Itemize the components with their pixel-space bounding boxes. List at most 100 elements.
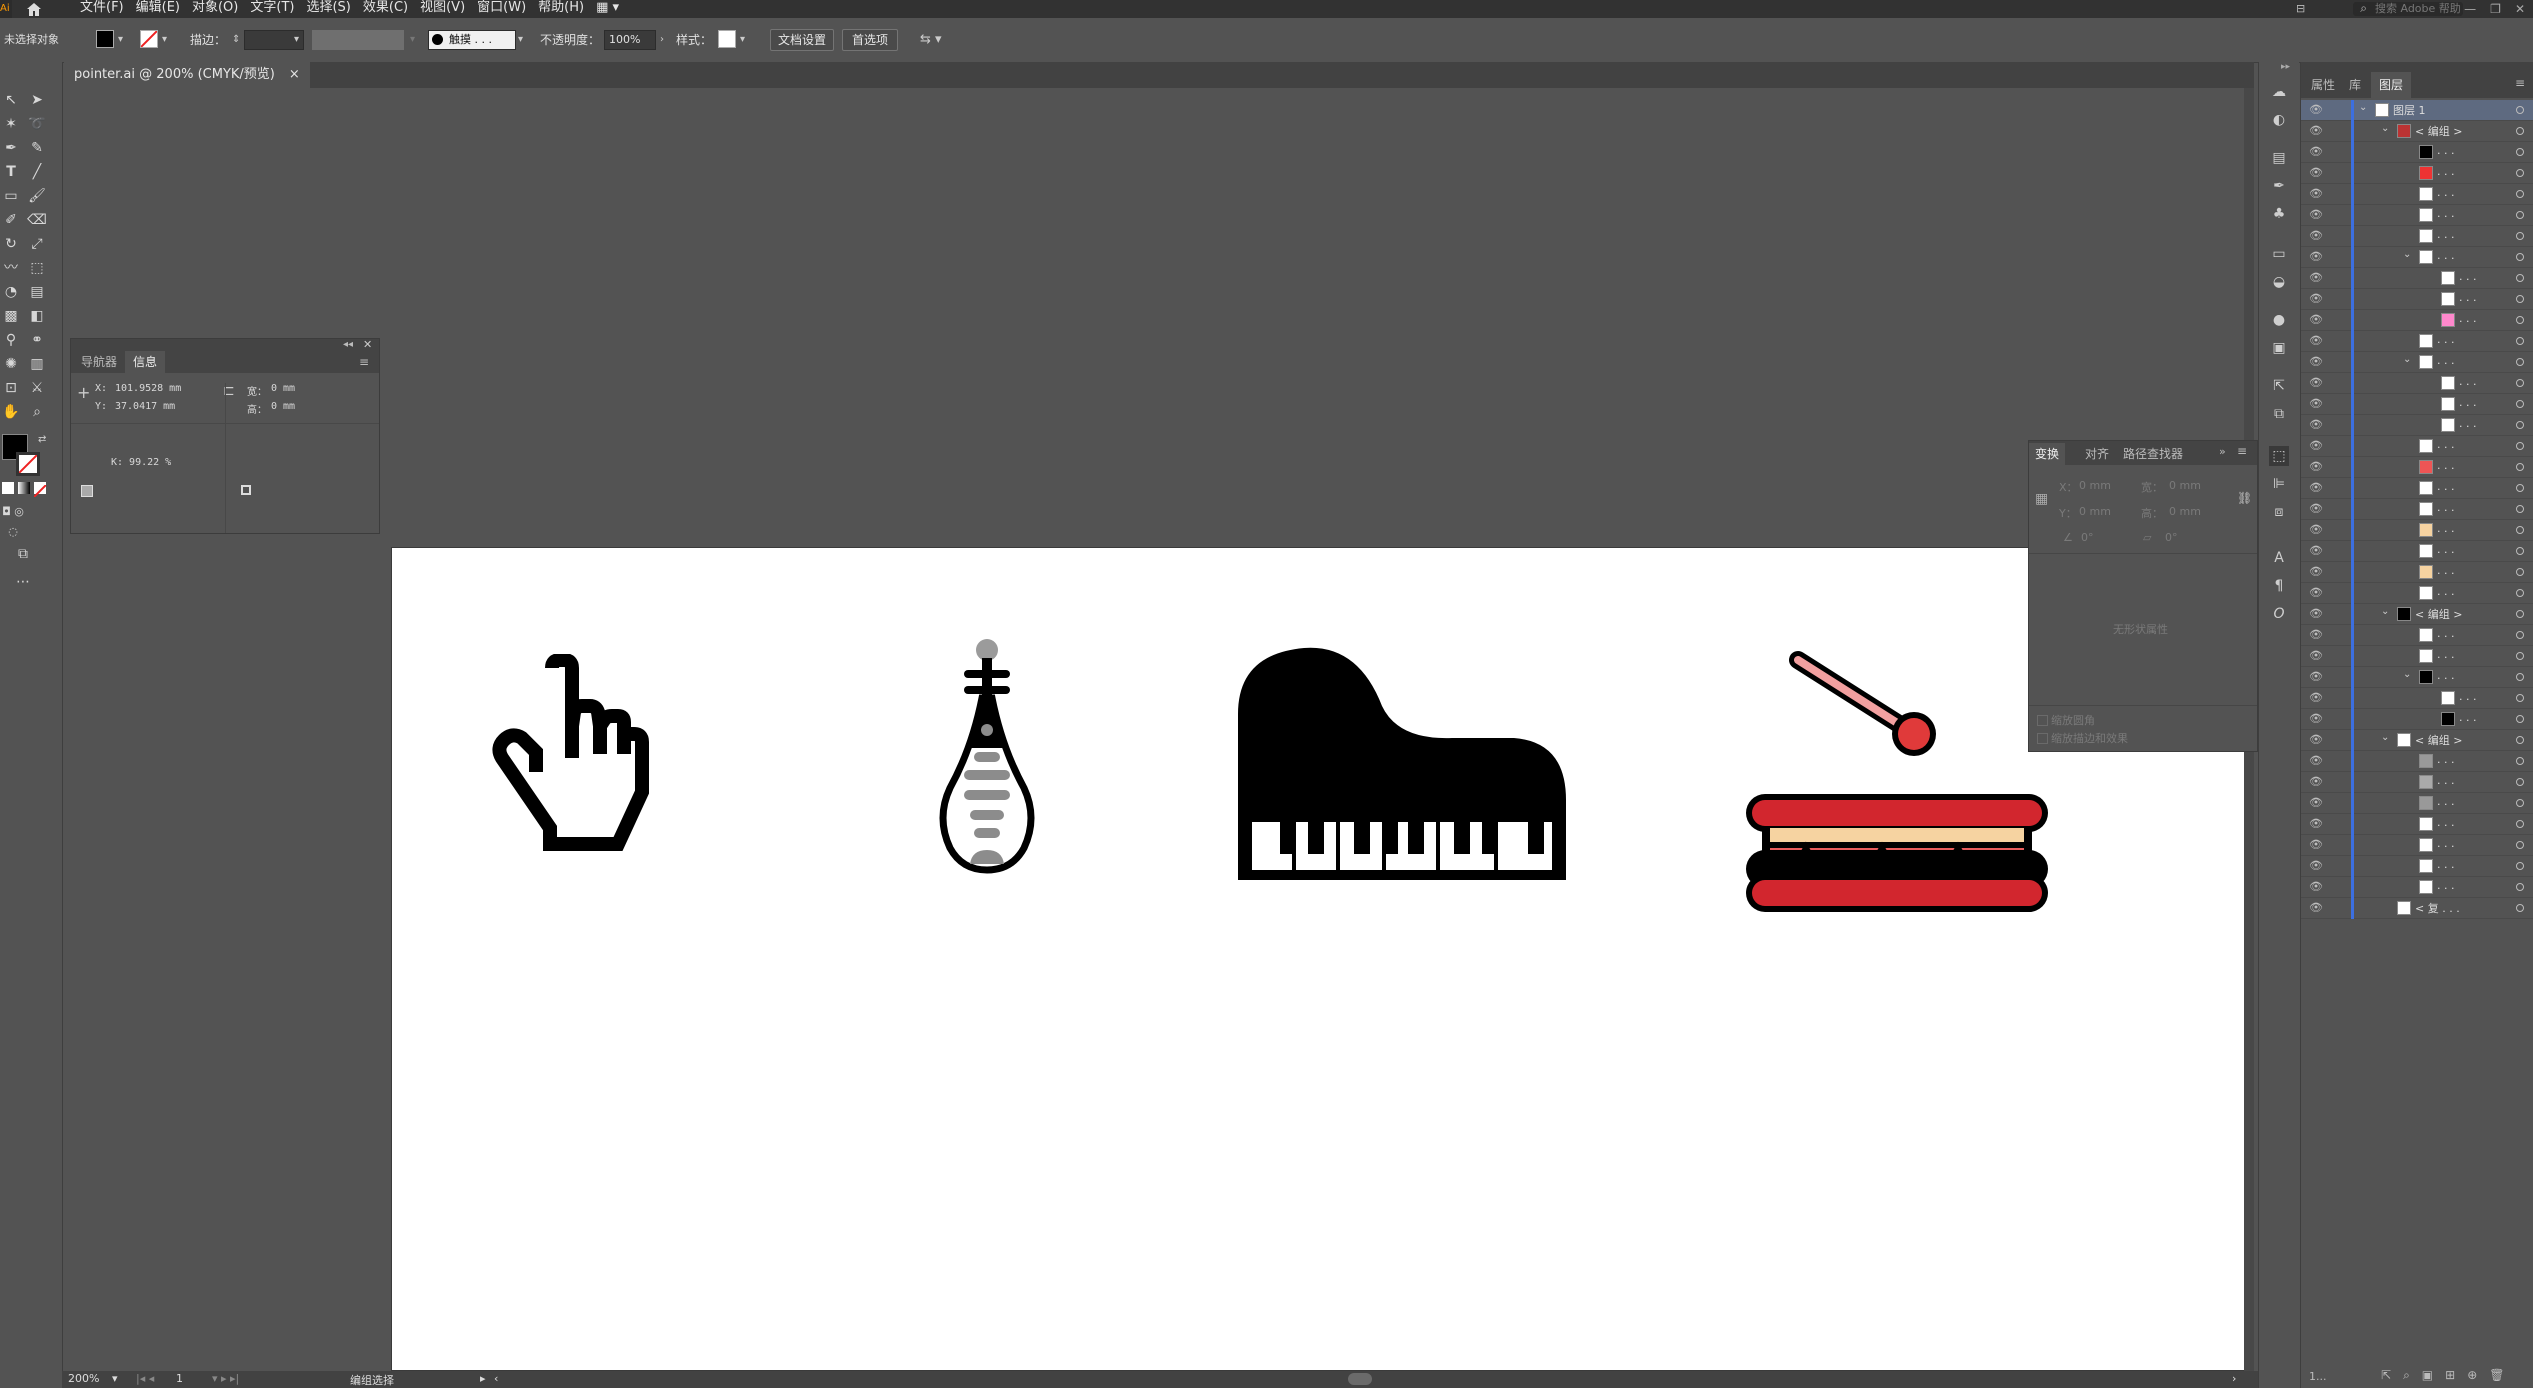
layer-name[interactable]: . . .: [2437, 501, 2454, 514]
layer-name[interactable]: . . .: [2437, 774, 2454, 787]
paintbrush-tool-icon[interactable]: 🖌: [26, 186, 48, 206]
layer-row[interactable]: 👁 . . .: [2301, 646, 2533, 667]
target-circle-icon[interactable]: [2516, 820, 2524, 828]
visibility-eye-icon[interactable]: 👁: [2309, 628, 2323, 641]
layer-row[interactable]: 👁 < 复 . . .: [2301, 898, 2533, 919]
constrain-proportions-icon[interactable]: ⛓: [2237, 491, 2252, 505]
brush-dropdown-icon[interactable]: ▾: [518, 30, 523, 50]
column-graph-tool-icon[interactable]: ▥: [26, 354, 48, 374]
layer-row[interactable]: 👁 . . .: [2301, 541, 2533, 562]
target-circle-icon[interactable]: [2516, 190, 2524, 198]
shape-builder-tool-icon[interactable]: ◔: [0, 282, 22, 302]
visibility-eye-icon[interactable]: 👁: [2309, 292, 2323, 305]
perspective-grid-tool-icon[interactable]: ▤: [26, 282, 48, 302]
layer-row[interactable]: 👁 . . .: [2301, 436, 2533, 457]
layer-name[interactable]: . . .: [2437, 207, 2454, 220]
layer-name[interactable]: < 编组 >: [2415, 123, 2462, 139]
visibility-eye-icon[interactable]: 👁: [2309, 523, 2323, 536]
new-sublayer-icon[interactable]: ⊞: [2445, 1368, 2455, 1383]
blend-tool-icon[interactable]: ⚭: [26, 330, 48, 350]
line-tool-icon[interactable]: ╱: [26, 162, 48, 182]
panel-menu-icon[interactable]: ≡: [2237, 444, 2247, 458]
visibility-eye-icon[interactable]: 👁: [2309, 481, 2323, 494]
visibility-eye-icon[interactable]: 👁: [2309, 544, 2323, 557]
document-tab[interactable]: pointer.ai @ 200% (CMYK/预览) ×: [64, 62, 310, 88]
layer-name[interactable]: < 编组 >: [2415, 732, 2462, 748]
panel-menu-icon[interactable]: ≡: [359, 355, 369, 369]
visibility-eye-icon[interactable]: 👁: [2309, 880, 2323, 893]
target-circle-icon[interactable]: [2516, 778, 2524, 786]
symbols-icon[interactable]: ♣: [2269, 204, 2289, 224]
visibility-eye-icon[interactable]: 👁: [2309, 565, 2323, 578]
target-circle-icon[interactable]: [2516, 652, 2524, 660]
profile-dropdown-icon[interactable]: ▾: [410, 30, 415, 50]
layer-row[interactable]: 👁 ⌄ . . .: [2301, 352, 2533, 373]
layer-name[interactable]: . . .: [2459, 375, 2476, 388]
zoom-dropdown-icon[interactable]: ▾: [112, 1372, 118, 1385]
workspace-switcher-icon[interactable]: ▦ ▾: [590, 0, 625, 18]
layer-row[interactable]: 👁 ⌄ < 编组 >: [2301, 730, 2533, 751]
layer-row[interactable]: 👁 . . .: [2301, 268, 2533, 289]
layer-name[interactable]: . . .: [2437, 837, 2454, 850]
character-icon[interactable]: A: [2269, 548, 2289, 568]
target-circle-icon[interactable]: [2516, 295, 2524, 303]
expand-toggle-icon[interactable]: ⌄: [2381, 123, 2389, 134]
visibility-eye-icon[interactable]: 👁: [2309, 145, 2323, 158]
opacity-field[interactable]: 100%: [604, 30, 656, 50]
screen-mode-icon[interactable]: ⧉: [12, 544, 34, 564]
gradient-tool-icon[interactable]: ◧: [26, 306, 48, 326]
layer-name[interactable]: . . .: [2437, 186, 2454, 199]
graphic-styles-icon[interactable]: ▣: [2269, 338, 2289, 358]
layer-row[interactable]: 👁 . . .: [2301, 751, 2533, 772]
layer-name[interactable]: . . .: [2437, 144, 2454, 157]
visibility-eye-icon[interactable]: 👁: [2309, 502, 2323, 515]
slice-tool-icon[interactable]: ⚔: [26, 378, 48, 398]
expand-toggle-icon[interactable]: ⌄: [2381, 606, 2389, 617]
libraries-icon[interactable]: ☁: [2269, 82, 2289, 102]
layer-name[interactable]: . . .: [2437, 543, 2454, 556]
layer-row[interactable]: 👁 . . .: [2301, 184, 2533, 205]
eraser-tool-icon[interactable]: ⌫: [26, 210, 48, 230]
angle-value[interactable]: 0°: [2081, 531, 2094, 544]
minimize-icon[interactable]: —: [2464, 0, 2476, 18]
layer-name[interactable]: . . .: [2437, 879, 2454, 892]
target-circle-icon[interactable]: [2516, 484, 2524, 492]
layer-row[interactable]: 👁 . . .: [2301, 310, 2533, 331]
artboard-tool-icon[interactable]: ⊡: [0, 378, 22, 398]
target-circle-icon[interactable]: [2516, 715, 2524, 723]
free-transform-tool-icon[interactable]: ⬚: [26, 258, 48, 278]
grand-piano-icon[interactable]: [1232, 644, 1572, 884]
visibility-eye-icon[interactable]: 👁: [2309, 376, 2323, 389]
document-setup-button[interactable]: 文档设置: [770, 29, 834, 51]
layer-name[interactable]: . . .: [2459, 270, 2476, 283]
tab-layers[interactable]: 图层: [2371, 72, 2412, 98]
arrange-options-icon[interactable]: ⇆ ▾: [920, 30, 942, 50]
layer-row[interactable]: 👁 . . .: [2301, 415, 2533, 436]
layer-name[interactable]: . . .: [2437, 648, 2454, 661]
layer-name[interactable]: . . .: [2437, 669, 2454, 682]
layer-row[interactable]: 👁 . . .: [2301, 373, 2533, 394]
visibility-eye-icon[interactable]: 👁: [2309, 355, 2323, 368]
visibility-eye-icon[interactable]: 👁: [2309, 775, 2323, 788]
visibility-eye-icon[interactable]: 👁: [2309, 397, 2323, 410]
artboard-number[interactable]: 1: [176, 1372, 183, 1385]
layer-name[interactable]: . . .: [2437, 480, 2454, 493]
gradient-panel-icon[interactable]: ◒: [2269, 272, 2289, 292]
close-tab-icon[interactable]: ×: [289, 62, 300, 88]
visibility-eye-icon[interactable]: 👁: [2309, 187, 2323, 200]
layer-row[interactable]: 👁 . . .: [2301, 289, 2533, 310]
target-circle-icon[interactable]: [2516, 211, 2524, 219]
layer-name[interactable]: . . .: [2459, 291, 2476, 304]
menu-object[interactable]: 对象(O): [186, 0, 244, 18]
scale-strokes-checkbox[interactable]: [2037, 733, 2048, 744]
locate-object-icon[interactable]: ⌕: [2403, 1368, 2410, 1383]
pathfinder-icon[interactable]: ⧈: [2269, 502, 2289, 522]
layer-row[interactable]: 👁 . . .: [2301, 331, 2533, 352]
target-circle-icon[interactable]: [2516, 736, 2524, 744]
none-mode-icon[interactable]: [33, 482, 47, 498]
target-circle-icon[interactable]: [2516, 589, 2524, 597]
layer-row[interactable]: 👁 . . .: [2301, 625, 2533, 646]
visibility-eye-icon[interactable]: 👁: [2309, 901, 2323, 914]
visibility-eye-icon[interactable]: 👁: [2309, 418, 2323, 431]
home-icon[interactable]: [24, 0, 44, 18]
